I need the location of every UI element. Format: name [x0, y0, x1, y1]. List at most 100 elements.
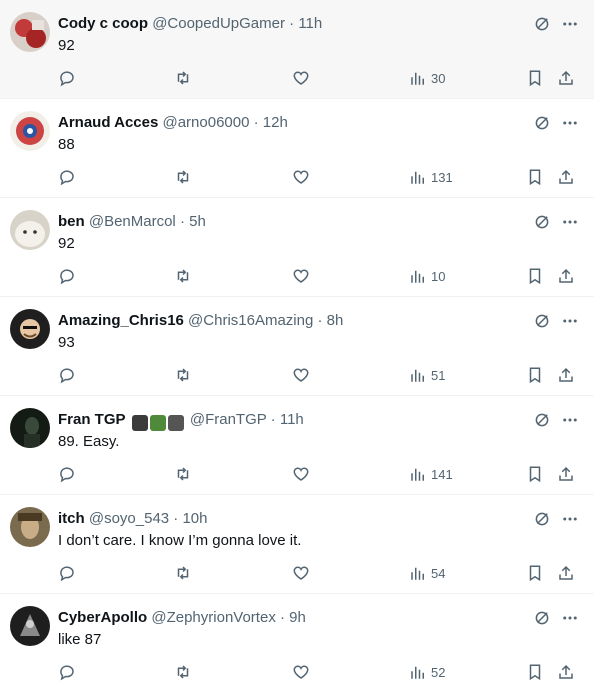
reply-button[interactable]: [58, 662, 76, 682]
reply-button[interactable]: [58, 563, 76, 583]
share-button[interactable]: [557, 68, 575, 88]
grok-icon[interactable]: [532, 212, 552, 232]
tweet[interactable]: ben @BenMarcol · 5h 92 10: [0, 198, 594, 297]
tweet[interactable]: Amazing_Chris16 @Chris16Amazing · 8h 93 …: [0, 297, 594, 396]
views-button[interactable]: 51: [409, 365, 445, 385]
display-name[interactable]: ben: [58, 213, 85, 230]
bookmark-button[interactable]: [526, 68, 544, 88]
more-icon[interactable]: [560, 509, 580, 529]
views-button[interactable]: 30: [409, 68, 445, 88]
user-handle[interactable]: @ZephyrionVortex: [151, 609, 275, 626]
reply-button[interactable]: [58, 266, 76, 286]
more-icon[interactable]: [560, 113, 580, 133]
avatar[interactable]: [10, 210, 50, 250]
tweet[interactable]: CyberApollo @ZephyrionVortex · 9h like 8…: [0, 594, 594, 693]
views-icon: [411, 369, 424, 382]
display-name[interactable]: Fran TGP: [58, 411, 126, 428]
avatar[interactable]: [10, 12, 50, 52]
views-button[interactable]: 10: [409, 266, 445, 286]
reply-button[interactable]: [58, 464, 76, 484]
bookmark-icon: [529, 169, 541, 186]
bookmark-icon: [529, 466, 541, 483]
bookmark-button[interactable]: [526, 662, 544, 682]
retweet-button[interactable]: [174, 365, 192, 385]
more-icon[interactable]: [560, 212, 580, 232]
more-icon[interactable]: [560, 14, 580, 34]
share-button[interactable]: [557, 365, 575, 385]
retweet-button[interactable]: [174, 464, 192, 484]
share-button[interactable]: [557, 266, 575, 286]
like-button[interactable]: [292, 365, 310, 385]
like-button[interactable]: [292, 464, 310, 484]
views-button[interactable]: 131: [409, 167, 453, 187]
display-name[interactable]: Arnaud Acces: [58, 114, 158, 131]
retweet-button[interactable]: [174, 167, 192, 187]
bookmark-button[interactable]: [526, 266, 544, 286]
like-button[interactable]: [292, 266, 310, 286]
display-name[interactable]: Amazing_Chris16: [58, 312, 184, 329]
separator-dot: ·: [173, 510, 179, 527]
user-handle[interactable]: @arno06000: [162, 114, 249, 131]
reply-icon: [60, 566, 74, 582]
display-name[interactable]: Cody c coop: [58, 15, 148, 32]
views-button[interactable]: 54: [409, 563, 445, 583]
views-button[interactable]: 141: [409, 464, 453, 484]
timestamp[interactable]: 11h: [280, 411, 304, 428]
user-handle[interactable]: @FranTGP: [190, 411, 267, 428]
avatar[interactable]: [10, 606, 50, 646]
retweet-button[interactable]: [174, 563, 192, 583]
bookmark-button[interactable]: [526, 563, 544, 583]
user-handle[interactable]: @CoopedUpGamer: [152, 15, 285, 32]
share-button[interactable]: [557, 662, 575, 682]
tweet-text: 89. Easy.: [58, 433, 120, 450]
timestamp[interactable]: 8h: [327, 312, 344, 329]
timestamp[interactable]: 9h: [289, 609, 306, 626]
timestamp[interactable]: 10h: [182, 510, 207, 527]
avatar[interactable]: [10, 507, 50, 547]
more-icon[interactable]: [560, 608, 580, 628]
reply-button[interactable]: [58, 167, 76, 187]
grok-icon[interactable]: [532, 509, 552, 529]
like-button[interactable]: [292, 68, 310, 88]
avatar[interactable]: [10, 309, 50, 349]
user-handle[interactable]: @BenMarcol: [89, 213, 176, 230]
more-icon[interactable]: [560, 311, 580, 331]
grok-icon[interactable]: [532, 113, 552, 133]
share-button[interactable]: [557, 563, 575, 583]
tweet[interactable]: Cody c coop @CoopedUpGamer · 11h 92 30: [0, 0, 594, 99]
bookmark-button[interactable]: [526, 167, 544, 187]
timestamp[interactable]: 12h: [263, 114, 288, 131]
tweet[interactable]: Arnaud Acces @arno06000 · 12h 88 131: [0, 99, 594, 198]
more-icon[interactable]: [560, 410, 580, 430]
user-handle[interactable]: @soyo_543: [89, 510, 169, 527]
like-button[interactable]: [292, 563, 310, 583]
tweet-text: like 87: [58, 631, 102, 648]
reply-button[interactable]: [58, 365, 76, 385]
avatar[interactable]: [10, 408, 50, 448]
timestamp[interactable]: 11h: [298, 15, 322, 32]
user-handle[interactable]: @Chris16Amazing: [188, 312, 313, 329]
grok-icon[interactable]: [532, 410, 552, 430]
grok-icon[interactable]: [532, 311, 552, 331]
like-button[interactable]: [292, 662, 310, 682]
bookmark-button[interactable]: [526, 365, 544, 385]
share-button[interactable]: [557, 464, 575, 484]
bookmark-button[interactable]: [526, 464, 544, 484]
timestamp[interactable]: 5h: [189, 213, 206, 230]
separator-dot: ·: [279, 609, 285, 626]
views-button[interactable]: 52: [409, 662, 445, 682]
retweet-button[interactable]: [174, 68, 192, 88]
like-button[interactable]: [292, 167, 310, 187]
tweet[interactable]: Fran TGP @FranTGP · 11h 89. Easy. 141: [0, 396, 594, 495]
grok-icon[interactable]: [532, 608, 552, 628]
display-name[interactable]: itch: [58, 510, 85, 527]
display-name[interactable]: CyberApollo: [58, 609, 147, 626]
reply-button[interactable]: [58, 68, 76, 88]
share-button[interactable]: [557, 167, 575, 187]
grok-icon[interactable]: [532, 14, 552, 34]
avatar[interactable]: [10, 111, 50, 151]
tweet[interactable]: itch @soyo_543 · 10h I don’t care. I kno…: [0, 495, 594, 594]
retweet-button[interactable]: [174, 266, 192, 286]
tweet-actions: 30: [0, 66, 594, 90]
retweet-button[interactable]: [174, 662, 192, 682]
